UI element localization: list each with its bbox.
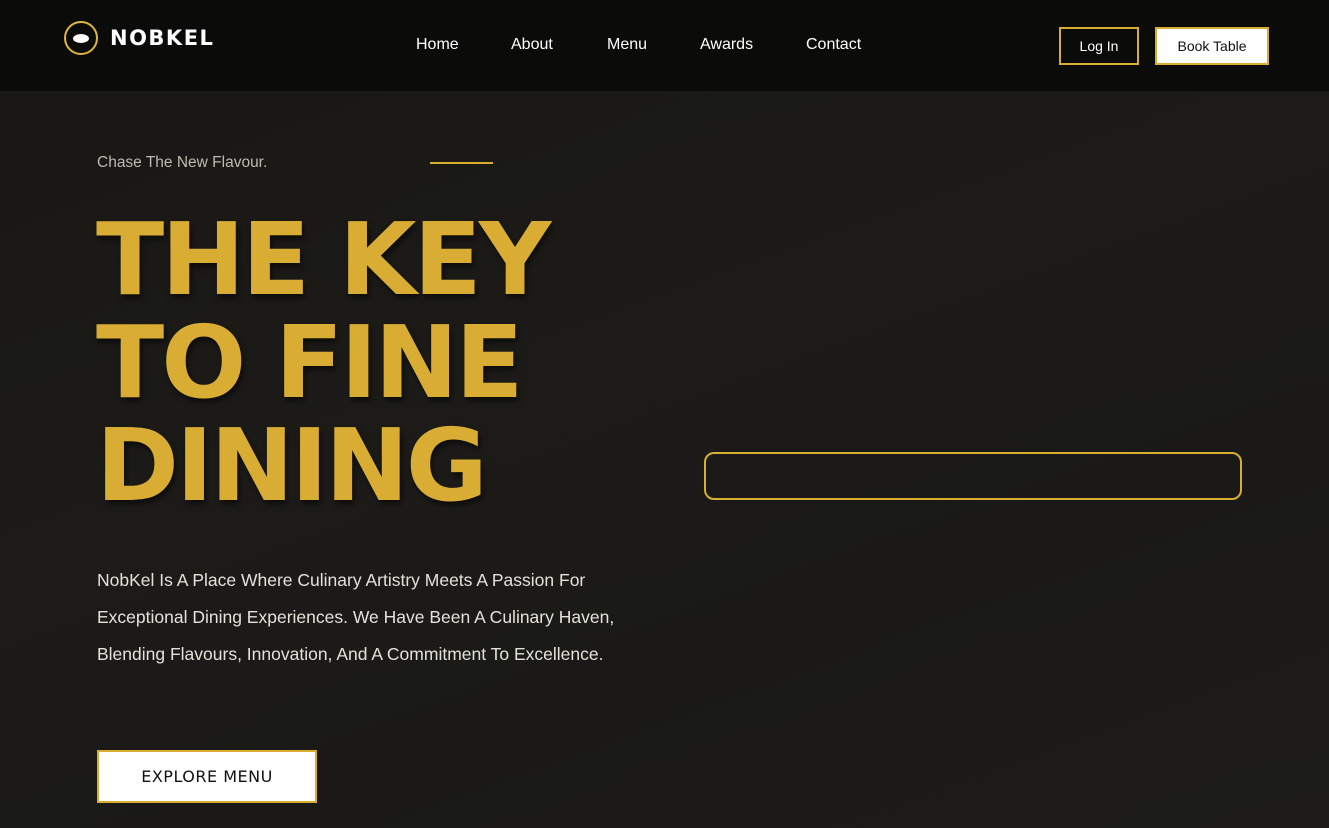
- tagline-divider: [430, 162, 493, 164]
- hero-description: NobKel Is A Place Where Culinary Artistr…: [97, 570, 615, 664]
- top-navbar: NOBKEL Home About Menu Awards Contact Lo…: [0, 0, 1329, 91]
- eye-logo-icon: [64, 21, 98, 55]
- media-frame[interactable]: [704, 452, 1242, 500]
- nav-link-contact[interactable]: Contact: [806, 36, 861, 54]
- headline-line: DINING: [96, 407, 488, 524]
- book-table-button[interactable]: Book Table: [1155, 27, 1269, 65]
- nav-link-home[interactable]: Home: [416, 36, 459, 54]
- hero-tagline: Chase The New Flavour.: [97, 154, 268, 171]
- headline-line: TO FINE: [96, 304, 524, 421]
- explore-menu-button[interactable]: EXPLORE MENU: [97, 750, 317, 803]
- login-button[interactable]: Log In: [1059, 27, 1139, 65]
- brand-logo[interactable]: NOBKEL: [64, 21, 214, 55]
- nav-link-menu[interactable]: Menu: [607, 36, 647, 54]
- brand-name: NOBKEL: [110, 26, 215, 50]
- headline-line: THE KEY: [96, 201, 551, 318]
- hero-headline: THE KEY TO FINE DINING: [96, 208, 656, 517]
- nav-link-awards[interactable]: Awards: [700, 36, 753, 54]
- nav-link-about[interactable]: About: [511, 36, 553, 54]
- page: NOBKEL Home About Menu Awards Contact Lo…: [0, 0, 1329, 828]
